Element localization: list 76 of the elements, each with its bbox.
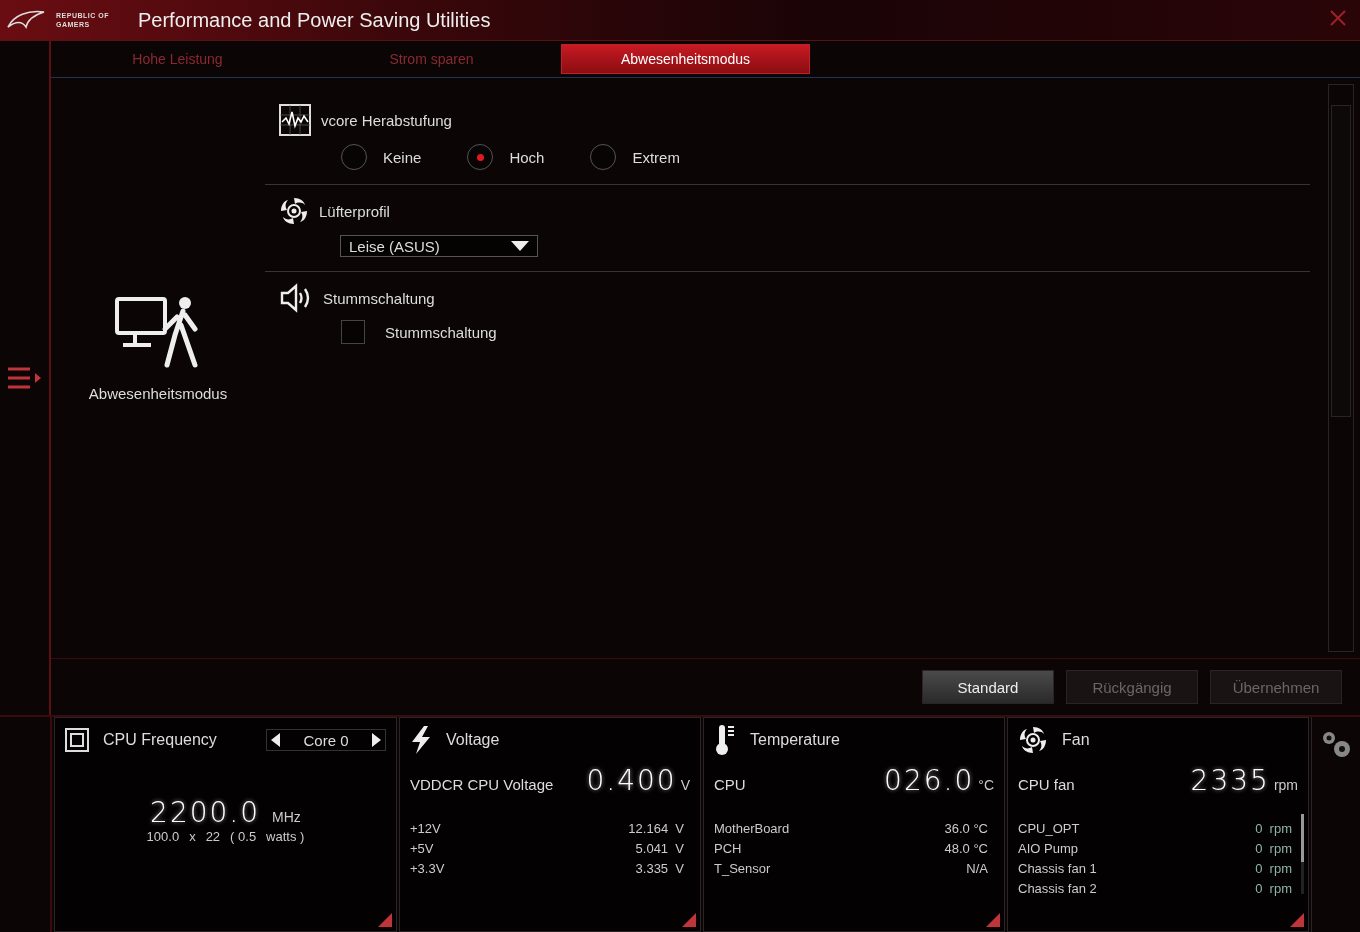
scrollbar[interactable] bbox=[1301, 814, 1304, 894]
sensor-value: 0 rpm bbox=[1255, 841, 1292, 856]
sensor-reading: 2335 bbox=[1190, 764, 1270, 797]
sensor-name: Chassis fan 1 bbox=[1018, 861, 1097, 876]
core-selector[interactable]: Core 0 bbox=[266, 729, 386, 751]
sensor-name: AIO Pump bbox=[1018, 841, 1078, 856]
multiplier-text: ( 0.5 bbox=[230, 829, 257, 844]
sensor-value: 3.335 V bbox=[635, 861, 684, 876]
multiplier-text: 22 bbox=[205, 829, 221, 844]
right-arrow-icon bbox=[372, 733, 381, 747]
section-title: Lüfterprofil bbox=[319, 202, 390, 220]
sensor-name: +5V bbox=[410, 841, 434, 856]
sensor-label: VDDCR CPU Voltage bbox=[410, 776, 554, 793]
dropdown-arrow-icon bbox=[511, 241, 529, 251]
lightning-icon bbox=[410, 726, 432, 754]
radio-button[interactable] bbox=[590, 144, 617, 170]
multiplier-text: watts ) bbox=[266, 829, 305, 844]
radio-button[interactable] bbox=[341, 144, 367, 170]
panel-title: Voltage bbox=[446, 731, 500, 749]
radio-label: Extrem bbox=[632, 148, 680, 166]
chip-icon bbox=[65, 728, 89, 752]
sensor-reading: 026.0 bbox=[884, 764, 975, 797]
unit-label: V bbox=[680, 777, 690, 793]
thermometer-icon bbox=[714, 724, 736, 756]
sensor-value: 48.0 °C bbox=[944, 841, 988, 856]
sensor-reading: 0.400 bbox=[586, 764, 677, 797]
fan-icon bbox=[279, 196, 309, 226]
sensor-name: +12V bbox=[410, 821, 441, 836]
sensor-value: 0 rpm bbox=[1255, 881, 1292, 896]
action-button[interactable]: Standard bbox=[922, 670, 1054, 704]
left-arrow-icon bbox=[271, 733, 280, 747]
settings-icon[interactable] bbox=[1320, 729, 1352, 759]
tab[interactable]: Abwesenheitsmodus bbox=[561, 44, 810, 74]
fan-profile-dropdown[interactable]: Leise (ASUS) bbox=[340, 235, 538, 257]
sensor-value: 5.041 V bbox=[635, 841, 684, 856]
radio-button[interactable] bbox=[467, 144, 494, 170]
corner-mark-icon[interactable] bbox=[682, 913, 696, 927]
logo-icon bbox=[6, 9, 46, 31]
fan-icon bbox=[1018, 725, 1048, 755]
sensor-name: Chassis fan 2 bbox=[1018, 881, 1097, 896]
sensor-name: PCH bbox=[714, 841, 742, 856]
close-icon[interactable] bbox=[1330, 10, 1346, 26]
panel-title: CPU Frequency bbox=[103, 731, 217, 749]
corner-mark-icon[interactable] bbox=[1290, 913, 1304, 927]
sensor-name: MotherBoard bbox=[714, 821, 790, 836]
unit-label: °C bbox=[978, 777, 994, 793]
checkbox-label: Stummschaltung bbox=[385, 323, 497, 341]
section-title: Stummschaltung bbox=[323, 289, 435, 307]
sensor-value: 12.164 V bbox=[628, 821, 684, 836]
frequency-reading: 2200.0 bbox=[150, 796, 261, 829]
section-title: vcore Herabstufung bbox=[321, 111, 452, 129]
unit-label: rpm bbox=[1273, 777, 1298, 793]
computer-walking-person-icon bbox=[115, 294, 201, 369]
unit-label: MHz bbox=[272, 809, 301, 825]
checkbox[interactable] bbox=[341, 320, 365, 344]
sensor-name: CPU_OPT bbox=[1018, 821, 1080, 836]
corner-mark-icon[interactable] bbox=[986, 913, 1000, 927]
multiplier-text: 100.0 bbox=[146, 829, 180, 844]
sensor-label: CPU fan bbox=[1018, 776, 1075, 793]
corner-mark-icon[interactable] bbox=[378, 913, 392, 927]
mode-label: Abwesenheitsmodus bbox=[88, 384, 228, 402]
sensor-value: N/A bbox=[966, 861, 988, 876]
sensor-value: 0 rpm bbox=[1255, 861, 1292, 876]
sensor-name: T_Sensor bbox=[714, 861, 771, 876]
scrollbar[interactable] bbox=[1328, 84, 1354, 652]
radio-label: Hoch bbox=[509, 148, 545, 166]
sensor-value: 36.0 °C bbox=[944, 821, 988, 836]
window-title: Performance and Power Saving Utilities bbox=[138, 8, 491, 32]
sensor-value: 0 rpm bbox=[1255, 821, 1292, 836]
radio-label: Keine bbox=[383, 148, 422, 166]
sensor-label: CPU bbox=[714, 776, 746, 793]
panel-title: Temperature bbox=[750, 731, 840, 749]
sensor-name: +3.3V bbox=[410, 861, 445, 876]
multiplier-text: x bbox=[189, 829, 196, 844]
panel-title: Fan bbox=[1062, 731, 1090, 749]
waveform-icon bbox=[279, 104, 311, 136]
